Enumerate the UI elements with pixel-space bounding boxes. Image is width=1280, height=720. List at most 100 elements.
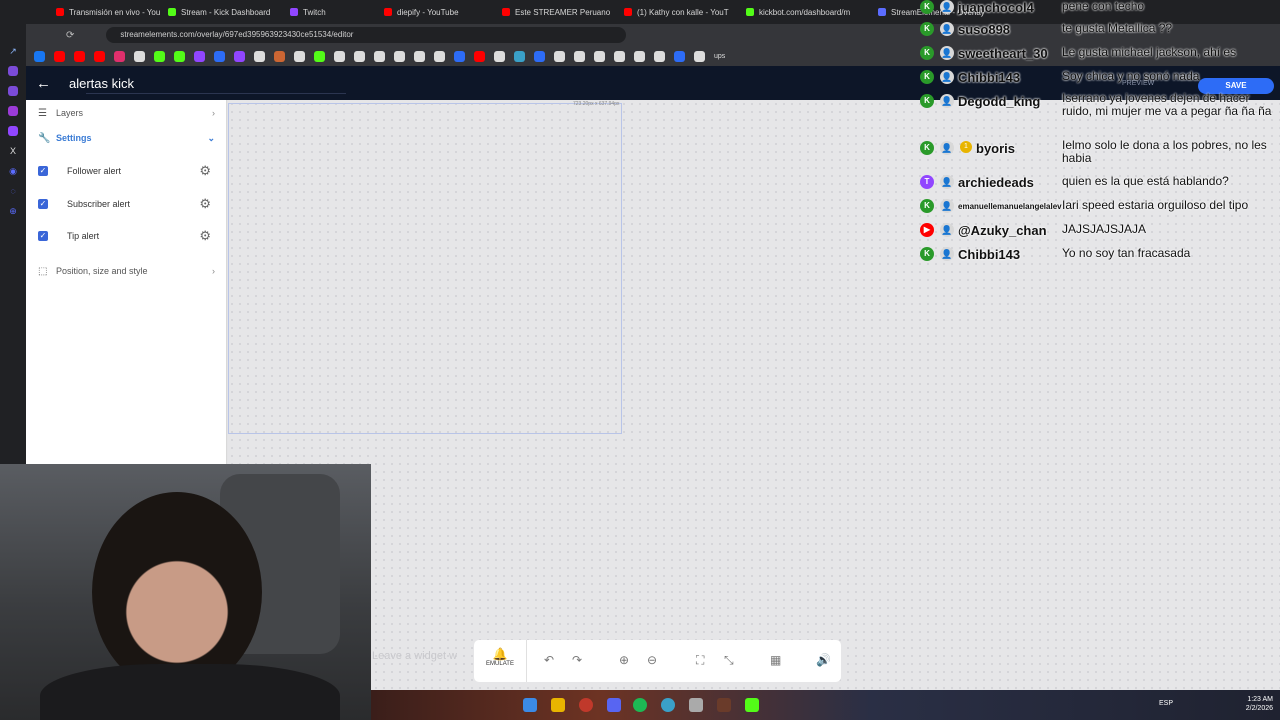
chat-text: quien es la que está hablando? <box>1062 174 1229 188</box>
bookmark-icon[interactable] <box>614 50 625 62</box>
bookmark-icon[interactable] <box>234 50 245 62</box>
bookmark-icon[interactable] <box>514 50 525 62</box>
reload-icon[interactable]: ⟳ <box>66 30 74 41</box>
bookmark-icon[interactable] <box>134 50 145 62</box>
bookmark-icon[interactable] <box>654 50 665 62</box>
undo-icon[interactable]: ↶ <box>544 653 554 667</box>
bookmark-icon[interactable] <box>694 50 705 62</box>
chat-text: Ielmo solo le dona a los pobres, no les … <box>1062 138 1267 165</box>
rail-app-icon[interactable]: ◌ <box>8 186 18 196</box>
kick-icon: K <box>920 22 934 36</box>
bookmark-icon[interactable] <box>374 50 385 62</box>
rail-app-icon[interactable] <box>8 106 18 116</box>
bookmark-icon[interactable] <box>314 50 325 62</box>
app-icon[interactable] <box>745 698 759 712</box>
bookmark-icon[interactable] <box>354 50 365 62</box>
browser-tab[interactable]: Stream - Kick Dashboard <box>160 0 282 24</box>
bookmark-icon[interactable] <box>54 50 65 62</box>
browser-tab[interactable]: kickbot.com/dashboard/m <box>738 0 870 24</box>
gear-icon[interactable]: ⚙ <box>199 196 211 212</box>
position-size-style-row[interactable]: ⬚ Position, size and style › <box>26 262 227 280</box>
bookmark-icon[interactable] <box>674 50 685 62</box>
emulate-button[interactable]: 🔔 EMULATE <box>474 640 526 682</box>
spotify-icon[interactable] <box>633 698 647 712</box>
widget-bounding-frame[interactable] <box>228 103 622 434</box>
gear-icon[interactable]: ⚙ <box>199 163 211 179</box>
overlay-title[interactable]: alertas kick <box>69 76 134 91</box>
app-icon[interactable] <box>689 698 703 712</box>
rail-app-icon[interactable] <box>8 66 18 76</box>
chat-message: K 👤 1 byoris Ielmo solo le dona a los pobres… <box>916 139 1280 165</box>
bookmark-icon[interactable] <box>294 50 305 62</box>
language-indicator[interactable]: ESP <box>1159 700 1173 707</box>
settings-row[interactable]: 🔧 Settings ⌄ <box>26 129 227 147</box>
chat-username: @Azuky_chan <box>958 223 1047 238</box>
bookmark-icon[interactable] <box>94 50 105 62</box>
bookmark-icon[interactable] <box>334 50 345 62</box>
opera-icon[interactable] <box>579 698 593 712</box>
layers-row[interactable]: ☰ Layers › <box>26 104 227 122</box>
rail-arrow-icon[interactable]: ↗ <box>8 46 18 56</box>
rail-x-icon[interactable]: X <box>8 146 18 156</box>
browser-tab[interactable]: Transmisión en vivo - You <box>48 0 160 24</box>
bookmark-icon[interactable] <box>534 50 545 62</box>
grid-icon[interactable]: ▦ <box>770 653 781 667</box>
redo-icon[interactable]: ↷ <box>572 653 582 667</box>
bell-icon: 🔔 <box>492 647 508 661</box>
bookmark-icon[interactable] <box>454 50 465 62</box>
tab-label: kickbot.com/dashboard/m <box>759 7 851 17</box>
clock-date: 2/2/2026 <box>1245 705 1273 712</box>
rail-app-icon[interactable]: ◉ <box>8 166 18 176</box>
bookmark-icon[interactable] <box>394 50 405 62</box>
url-field[interactable]: streamelements.com/overlay/697ed39596392… <box>106 27 627 43</box>
zoom-in-icon[interactable]: ⊕ <box>619 653 629 667</box>
rail-app-icon[interactable]: ⊕ <box>8 206 18 216</box>
tab-favicon-icon <box>384 8 392 16</box>
bookmark-icon[interactable] <box>174 50 185 62</box>
folder-icon[interactable] <box>551 698 565 712</box>
browser-tab[interactable]: Twitch <box>282 0 376 24</box>
back-arrow-icon[interactable]: ← <box>36 75 54 92</box>
zoom-out-icon[interactable]: ⊖ <box>647 653 657 667</box>
bookmark-icon[interactable] <box>114 50 125 62</box>
browser-tab[interactable]: Este STREAMER Peruano <box>494 0 616 24</box>
bookmark-icon[interactable] <box>554 50 565 62</box>
bookmark-icon[interactable] <box>74 50 85 62</box>
browser-tab[interactable]: (1) Kathy con kalle - YouT <box>616 0 738 24</box>
subscriber-alert-checkbox[interactable]: ✓ <box>38 199 48 209</box>
bookmark-icon[interactable] <box>434 50 445 62</box>
bookmark-icon[interactable] <box>594 50 605 62</box>
tab-label: Transmisión en vivo - You <box>69 7 160 17</box>
bookmark-icon[interactable] <box>474 50 485 62</box>
bookmark-icon[interactable] <box>34 50 45 62</box>
bookmark-icon[interactable] <box>154 50 165 62</box>
fit-screen-icon[interactable]: ⤡ <box>724 653 734 668</box>
tip-alert-checkbox[interactable]: ✓ <box>38 231 48 241</box>
bookmark-icon[interactable] <box>574 50 585 62</box>
browser-tab[interactable]: diepify - YouTube <box>376 0 494 24</box>
rail-twitch-icon[interactable] <box>8 126 18 136</box>
bookmark-label[interactable]: ups <box>714 53 725 60</box>
follower-alert-checkbox[interactable]: ✓ <box>38 166 48 176</box>
app-icon[interactable] <box>717 698 731 712</box>
start-icon[interactable] <box>523 698 537 712</box>
clock[interactable]: 1:23 AM 2/2/2026 <box>1221 695 1273 713</box>
volume-icon[interactable]: 🔊 <box>816 653 831 667</box>
gear-icon[interactable]: ⚙ <box>199 228 211 244</box>
bookmark-icon[interactable] <box>194 50 205 62</box>
bookmark-icon[interactable] <box>494 50 505 62</box>
bookmark-icon[interactable] <box>634 50 645 62</box>
bookmark-icon[interactable] <box>274 50 285 62</box>
bookmark-icon[interactable] <box>414 50 425 62</box>
discord-icon[interactable] <box>607 698 621 712</box>
chat-username: archiedeads <box>958 175 1034 190</box>
bookmark-icon[interactable] <box>214 50 225 62</box>
fullscreen-icon[interactable]: ⛶ <box>696 653 704 668</box>
bookmark-icon[interactable] <box>254 50 265 62</box>
twitch-icon: T <box>920 175 934 189</box>
browser-icon[interactable] <box>661 698 675 712</box>
user-avatar-icon: 👤 <box>940 175 954 189</box>
chat-text: Le gusta michael jackson, ahí es <box>1062 45 1237 59</box>
rail-app-icon[interactable] <box>8 86 18 96</box>
tab-favicon-icon <box>746 8 754 16</box>
